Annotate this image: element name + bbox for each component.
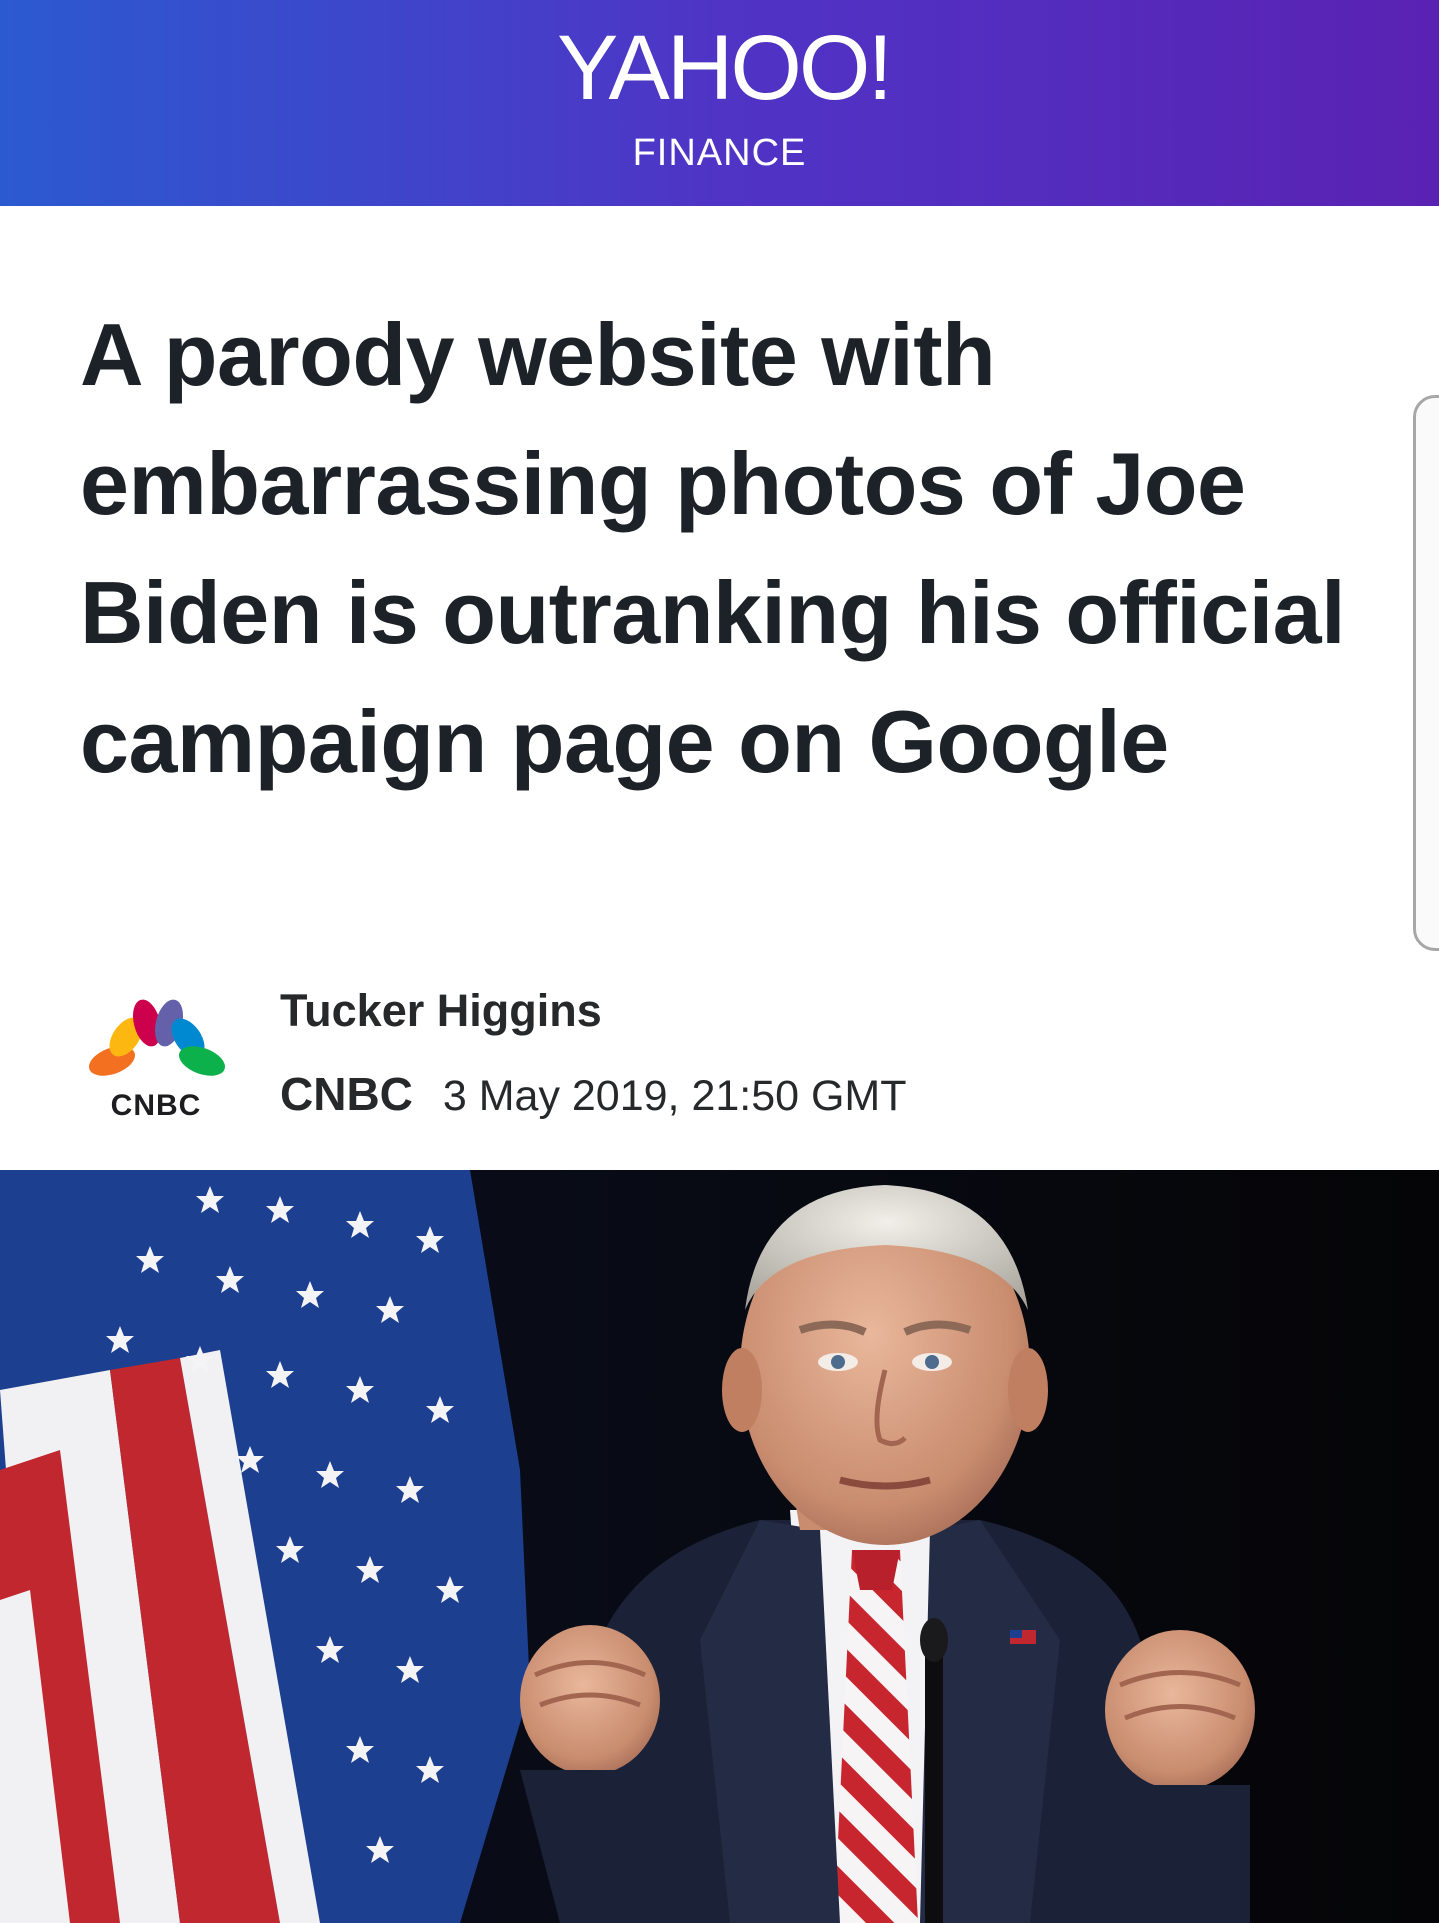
byline: CNBC Tucker Higgins CNBC 3 May 2019, 21:… bbox=[80, 985, 1330, 1135]
yahoo-logo[interactable]: YAHOO! bbox=[4, 22, 1439, 114]
cnbc-wordmark: CNBC bbox=[111, 1089, 202, 1122]
site-header: YAHOO! FINANCE bbox=[0, 0, 1439, 206]
publish-timestamp: 3 May 2019, 21:50 GMT bbox=[442, 1072, 907, 1120]
article-headline: A parody website with embarrassing photo… bbox=[80, 305, 1346, 791]
author-name[interactable]: Tucker Higgins bbox=[280, 985, 602, 1037]
side-drawer-handle[interactable] bbox=[1413, 395, 1439, 951]
hero-image bbox=[0, 1170, 1439, 1923]
provider-name[interactable]: CNBC bbox=[280, 1068, 413, 1120]
cnbc-peacock-logo-icon[interactable]: CNBC bbox=[80, 991, 232, 1131]
section-label[interactable]: FINANCE bbox=[0, 132, 1439, 175]
article-meta: CNBC 3 May 2019, 21:50 GMT bbox=[280, 1067, 907, 1121]
article-page: YAHOO! FINANCE A parody website with emb… bbox=[0, 0, 1439, 1923]
hero-photo-icon bbox=[0, 1170, 1439, 1923]
